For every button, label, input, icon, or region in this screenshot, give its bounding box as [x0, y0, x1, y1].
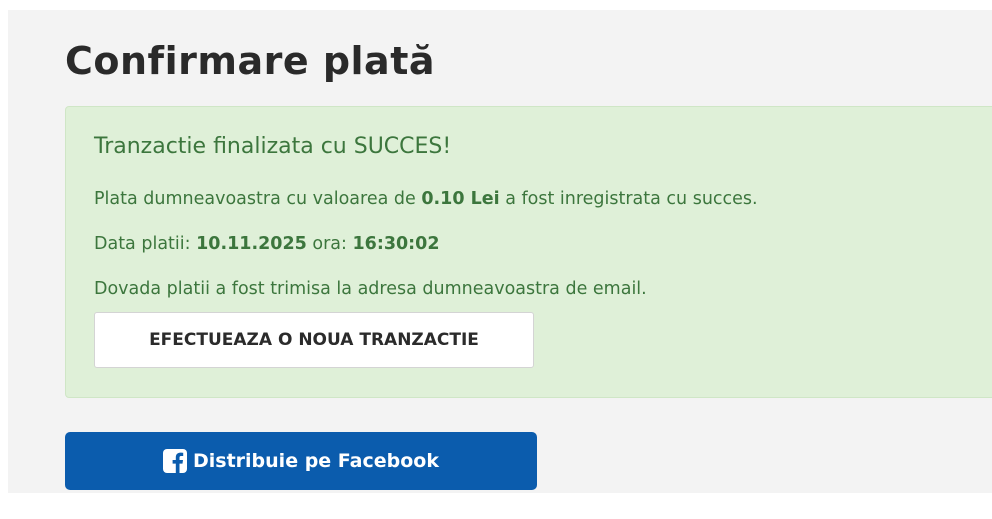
- payment-amount: 0.10 Lei: [421, 189, 500, 209]
- share-facebook-button[interactable]: Distribuie pe Facebook: [65, 432, 537, 490]
- facebook-icon: [163, 449, 187, 473]
- alert-heading: Tranzactie finalizata cu SUCCES!: [94, 134, 452, 159]
- page-title: Confirmare plată: [65, 39, 436, 83]
- date-label: Data platii:: [94, 234, 197, 254]
- time-label: ora:: [306, 234, 353, 254]
- success-alert: Tranzactie finalizata cu SUCCES! Plata d…: [65, 106, 992, 398]
- page-container: Confirmare plată Tranzactie finalizata c…: [8, 10, 992, 493]
- amount-prefix: Plata dumneavoastra cu valoarea de: [94, 189, 422, 209]
- new-transaction-button[interactable]: EFECTUEAZA O NOUA TRANZACTIE: [94, 312, 534, 368]
- amount-suffix: a fost inregistrata cu succes.: [499, 189, 758, 209]
- payment-amount-line: Plata dumneavoastra cu valoarea de 0.10 …: [94, 187, 758, 211]
- payment-time: 16:30:02: [352, 234, 440, 254]
- email-proof-line: Dovada platii a fost trimisa la adresa d…: [94, 279, 647, 299]
- payment-date-line: Data platii: 10.11.2025 ora: 16:30:02: [94, 232, 440, 256]
- payment-date: 10.11.2025: [196, 234, 307, 254]
- facebook-button-label: Distribuie pe Facebook: [193, 450, 439, 472]
